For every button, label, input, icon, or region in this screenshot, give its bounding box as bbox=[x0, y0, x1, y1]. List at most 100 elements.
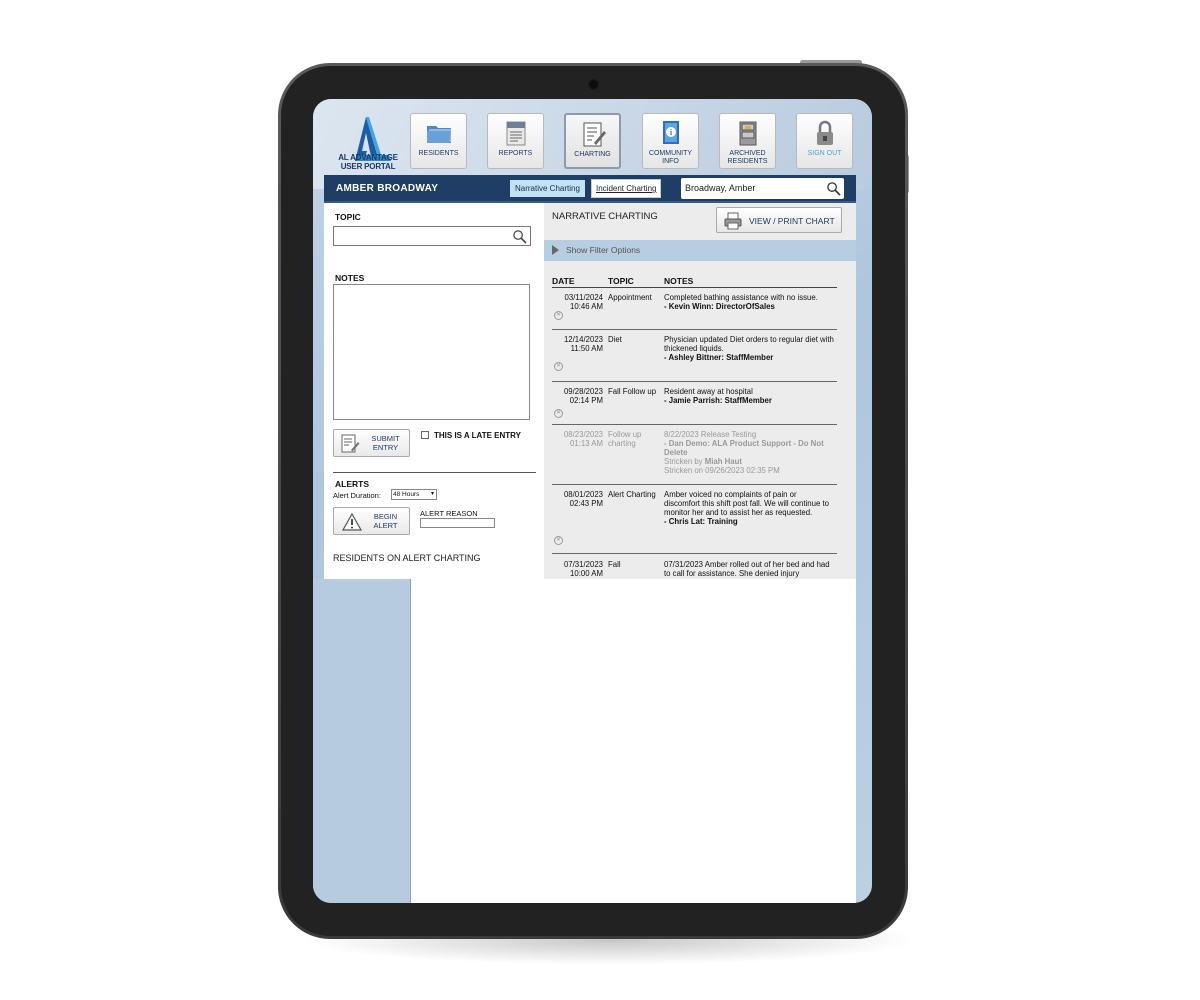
entry-note: 07/31/2023 Amber rolled out of her bed a… bbox=[664, 560, 830, 578]
alert-reason-label: ALERT REASON bbox=[420, 509, 478, 518]
strike-entry-icon[interactable]: ✕ bbox=[554, 311, 563, 320]
alert-reason-input[interactable] bbox=[420, 518, 495, 528]
alert-duration-value: 48 Hours bbox=[393, 491, 420, 498]
entry-date: 08/23/2023 01:13 AM bbox=[563, 430, 603, 448]
entry-topic: Follow up charting bbox=[608, 430, 642, 448]
warning-icon bbox=[342, 512, 362, 531]
left-band bbox=[313, 579, 411, 903]
tab-incident-charting[interactable]: Incident Charting bbox=[591, 179, 662, 198]
narrative-title: NARRATIVE CHARTING bbox=[552, 211, 658, 222]
resident-search-value: Broadway, Amber bbox=[685, 183, 756, 193]
folder-icon bbox=[426, 126, 451, 143]
alerts-label: ALERTS bbox=[335, 479, 369, 489]
entry-topic: Appointment bbox=[608, 293, 652, 302]
notes-label: NOTES bbox=[335, 273, 365, 283]
info-book-icon: i bbox=[662, 121, 679, 144]
alert-duration-label: Alert Duration: bbox=[333, 491, 381, 500]
narrative-charting-panel: NARRATIVE CHARTING VIEW / PRINT CHART Sh… bbox=[544, 203, 856, 579]
nav-archived-residents-label: ARCHIVED RESIDENTS bbox=[727, 150, 768, 165]
printer-icon bbox=[724, 212, 742, 230]
entry-topic: Diet bbox=[608, 335, 622, 344]
row-divider bbox=[552, 424, 837, 425]
nav-reports-label: REPORTS bbox=[498, 150, 533, 157]
nav-charting-label: CHARTING bbox=[574, 151, 611, 158]
topic-input[interactable] bbox=[333, 226, 531, 246]
table-row: 08/23/2023 01:13 AM Follow up charting 8/… bbox=[552, 430, 837, 490]
entry-topic: Fall bbox=[608, 560, 621, 569]
report-icon bbox=[506, 121, 525, 146]
logo-line-2: USER PORTAL bbox=[340, 162, 396, 171]
view-print-chart-button[interactable]: VIEW / PRINT CHART bbox=[716, 207, 842, 233]
submit-entry-button[interactable]: SUBMIT ENTRY bbox=[333, 429, 410, 457]
clipboard-icon bbox=[341, 434, 360, 453]
search-icon[interactable] bbox=[826, 181, 841, 196]
topic-label: TOPIC bbox=[335, 212, 361, 222]
entry-date: 03/11/2024 10:46 AM bbox=[564, 293, 603, 311]
table-row: 03/11/2024 10:46 AM Appointment Completed… bbox=[552, 293, 837, 335]
expand-arrow-icon bbox=[552, 245, 559, 255]
entry-date: 12/14/2023 11:50 AM bbox=[563, 335, 603, 353]
entry-date: 09/28/2023 02:14 PM bbox=[563, 387, 603, 405]
filter-options-toggle[interactable]: Show Filter Options bbox=[544, 240, 856, 261]
tab-narrative-charting[interactable]: Narrative Charting bbox=[510, 180, 585, 197]
entry-note: Amber voiced no complaints of pain or di… bbox=[664, 490, 829, 526]
strike-entry-icon[interactable]: ✕ bbox=[554, 362, 563, 371]
filter-options-label: Show Filter Options bbox=[566, 245, 641, 255]
begin-alert-button[interactable]: BEGIN ALERT bbox=[333, 507, 410, 535]
strike-entry-icon[interactable]: ✕ bbox=[554, 536, 563, 545]
table-row: 12/14/2023 11:50 AM Diet Physician update… bbox=[552, 335, 837, 387]
entry-note: 8/22/2023 Release Testing - Dan Demo: AL… bbox=[664, 430, 824, 475]
resident-search-input[interactable]: Broadway, Amber bbox=[681, 178, 844, 199]
submit-entry-label: SUBMIT ENTRY bbox=[371, 434, 400, 452]
row-divider bbox=[552, 381, 837, 382]
entry-date: 07/31/2023 10:00 AM bbox=[563, 560, 603, 578]
late-entry-checkbox[interactable] bbox=[421, 431, 429, 439]
nav-charting-button[interactable]: CHARTING bbox=[564, 113, 621, 169]
table-row: 07/31/2023 10:00 AM Fall 07/31/2023 Amber… bbox=[552, 560, 837, 579]
entry-note: Completed bathing assistance with no iss… bbox=[664, 293, 818, 311]
entry-form-panel: TOPIC NOTES SUBMIT ENTRY THIS IS A LATE … bbox=[324, 203, 544, 579]
nav-sign-out-label: SIGN OUT bbox=[807, 150, 842, 157]
column-header-notes: NOTES bbox=[664, 276, 694, 286]
chevron-down-icon: ▾ bbox=[430, 491, 434, 497]
late-entry-label: THIS IS A LATE ENTRY bbox=[434, 431, 521, 440]
entry-date: 08/01/2023 02:43 PM bbox=[563, 490, 603, 508]
nav-sign-out-button[interactable]: SIGN OUT bbox=[796, 113, 853, 169]
table-row: 09/28/2023 02:14 PM Fall Follow up Reside… bbox=[552, 387, 837, 429]
app-screen: AL ADVANTAGE USER PORTAL RESIDENTS REPOR… bbox=[313, 99, 872, 903]
column-header-topic: TOPIC bbox=[608, 276, 634, 286]
row-divider bbox=[552, 329, 837, 330]
resident-name: AMBER BROADWAY bbox=[336, 183, 439, 194]
begin-alert-label: BEGIN ALERT bbox=[373, 512, 398, 530]
entry-note: Physician updated Diet orders to regular… bbox=[664, 335, 834, 362]
nav-community-info-label: COMMUNITY INFO bbox=[648, 150, 693, 165]
lock-icon bbox=[816, 120, 833, 145]
nav-residents-button[interactable]: RESIDENTS bbox=[410, 113, 467, 169]
strike-entry-icon[interactable]: ✕ bbox=[554, 409, 563, 418]
logo-line-1: AL ADVANTAGE bbox=[338, 153, 398, 162]
row-divider bbox=[552, 484, 837, 485]
nav-residents-label: RESIDENTS bbox=[418, 150, 459, 157]
cabinet-icon bbox=[739, 121, 756, 146]
resident-header: AMBER BROADWAY Narrative Charting Incide… bbox=[324, 175, 856, 203]
entry-topic: Alert Charting bbox=[608, 490, 656, 499]
clipboard-icon bbox=[583, 122, 606, 147]
entry-note: Resident away at hospital - Jamie Parrish… bbox=[664, 387, 772, 405]
search-icon[interactable] bbox=[512, 229, 527, 244]
logo-text: AL ADVANTAGE USER PORTAL bbox=[333, 153, 403, 171]
row-divider bbox=[552, 553, 837, 554]
header-divider bbox=[552, 287, 837, 288]
view-print-chart-label: VIEW / PRINT CHART bbox=[749, 216, 835, 226]
nav-reports-button[interactable]: REPORTS bbox=[487, 113, 544, 169]
residents-on-alert-heading: RESIDENTS ON ALERT CHARTING bbox=[333, 553, 481, 563]
camera bbox=[588, 79, 599, 90]
notes-textarea[interactable] bbox=[333, 284, 530, 420]
table-row: 08/01/2023 02:43 PM Alert Charting Amber … bbox=[552, 490, 837, 554]
entry-topic: Fall Follow up bbox=[608, 387, 657, 396]
form-divider bbox=[333, 472, 536, 473]
nav-community-info-button[interactable]: i COMMUNITY INFO bbox=[642, 113, 699, 169]
column-header-date: DATE bbox=[552, 276, 575, 286]
alert-duration-select[interactable]: 48 Hours ▾ bbox=[391, 489, 437, 500]
nav-archived-residents-button[interactable]: ARCHIVED RESIDENTS bbox=[719, 113, 776, 169]
content-blank-area bbox=[411, 579, 856, 903]
